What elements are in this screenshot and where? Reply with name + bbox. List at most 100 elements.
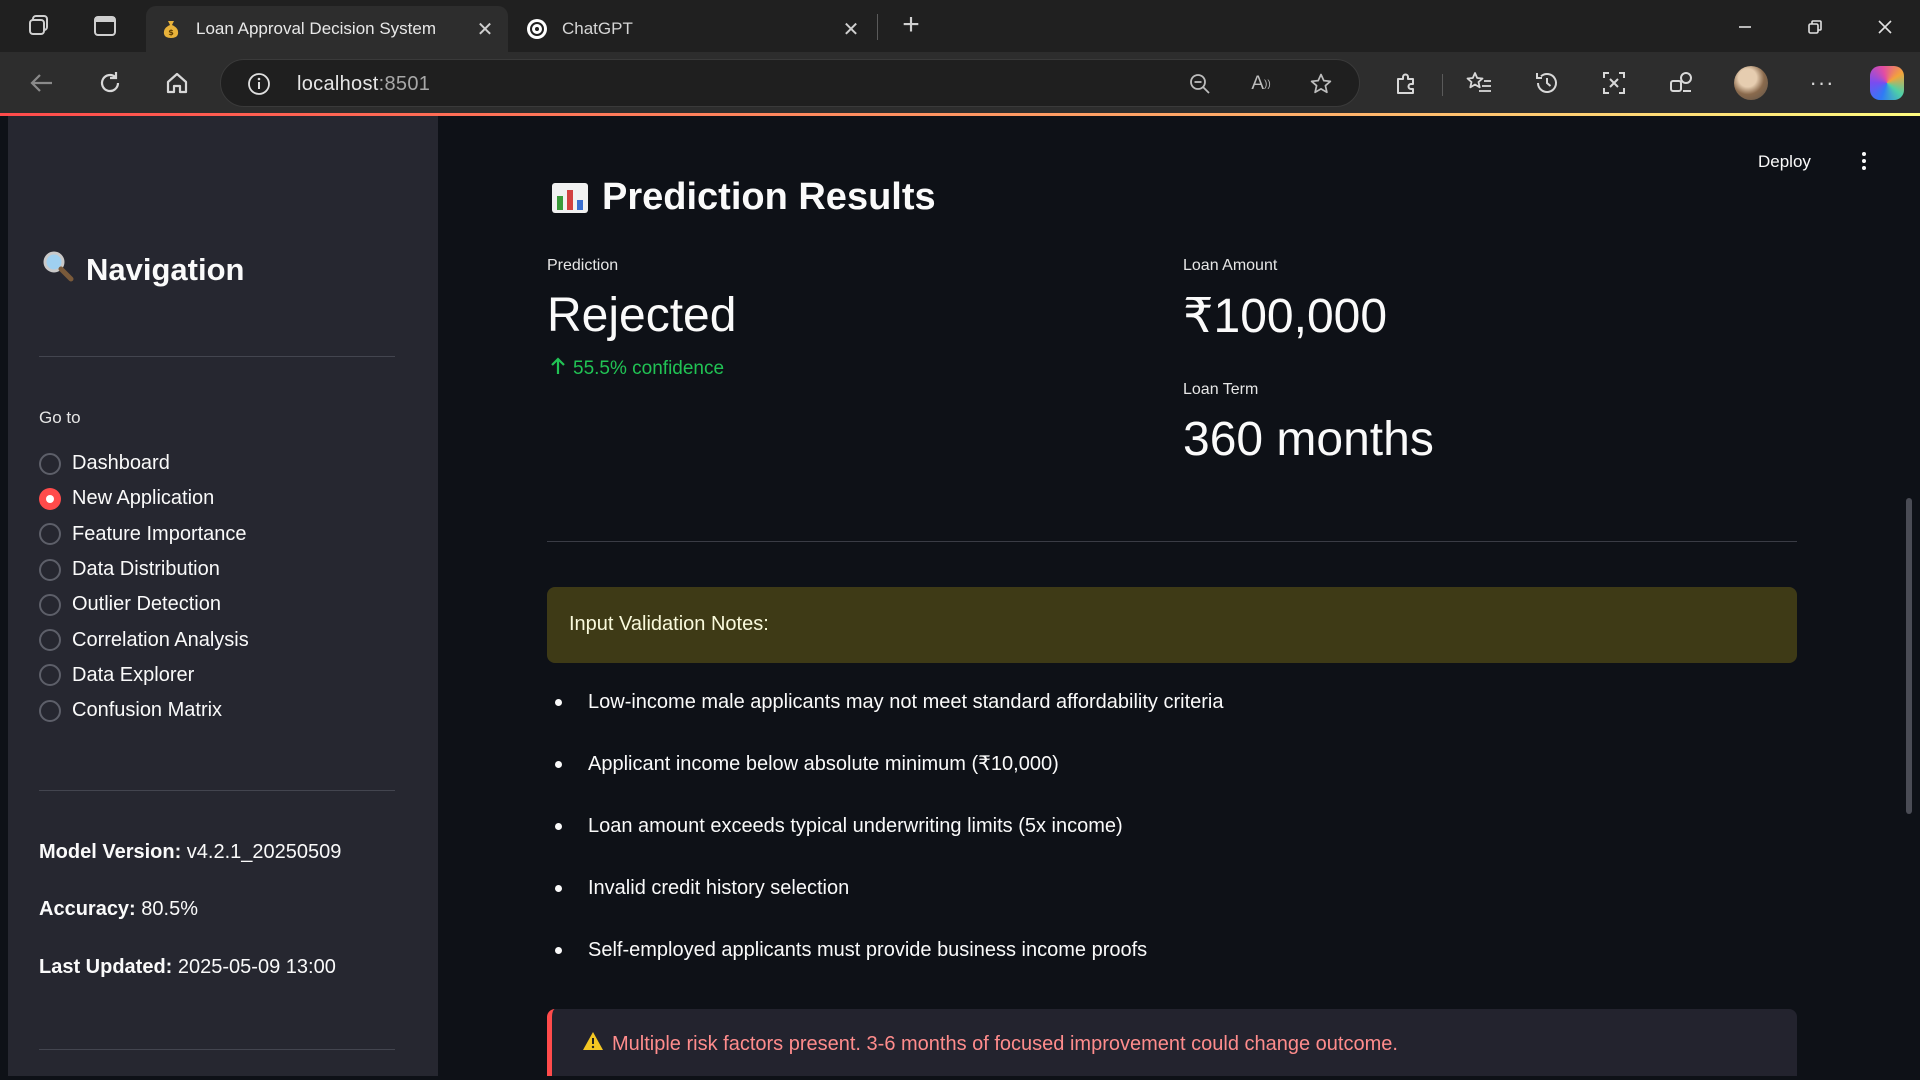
close-tab-icon[interactable]: ✕ (838, 16, 864, 42)
reload-icon[interactable] (94, 67, 126, 99)
main-scrollbar[interactable] (1906, 498, 1912, 814)
nav-option-data-explorer[interactable]: Data Explorer (39, 658, 249, 693)
list-item: Low-income male applicants may not meet … (547, 687, 1224, 749)
validation-notes-banner: Input Validation Notes: (547, 587, 1797, 663)
nav-option-label: Dashboard (72, 452, 170, 475)
home-icon[interactable] (161, 67, 193, 99)
url-text: localhost:8501 (297, 73, 431, 95)
svg-text:$: $ (168, 28, 174, 37)
prediction-value: Rejected (547, 289, 737, 342)
list-item: Loan amount exceeds typical underwriting… (547, 811, 1224, 873)
browser-essentials-icon[interactable] (1665, 67, 1697, 99)
tab-loan-approval[interactable]: $ Loan Approval Decision System ✕ (146, 6, 508, 52)
divider (39, 790, 395, 791)
radio-circle-selected[interactable] (39, 487, 61, 510)
nav-option-confusion-matrix[interactable]: Confusion Matrix (39, 693, 249, 728)
nav-option-dashboard[interactable]: Dashboard (39, 446, 249, 481)
close-tab-icon[interactable]: ✕ (472, 16, 498, 42)
nav-option-label: Data Explorer (72, 663, 195, 686)
nav-option-outlier-detection[interactable]: Outlier Detection (39, 587, 249, 622)
loan-term-value: 360 months (1183, 413, 1434, 466)
validation-heading: Input Validation Notes: (569, 613, 769, 635)
nav-option-new-application[interactable]: New Application (39, 481, 249, 516)
radio-circle[interactable] (39, 664, 61, 687)
nav-option-correlation-analysis[interactable]: Correlation Analysis (39, 622, 249, 657)
validation-notes-list: Low-income male applicants may not meet … (547, 687, 1224, 997)
radio-circle[interactable] (39, 558, 61, 581)
nav-option-label: Outlier Detection (72, 593, 221, 616)
nav-option-label: Correlation Analysis (72, 628, 249, 651)
magnifier-icon (42, 250, 74, 290)
radio-circle[interactable] (39, 593, 61, 616)
favorites-icon[interactable] (1463, 67, 1495, 99)
radio-circle[interactable] (39, 452, 61, 475)
extensions-icon[interactable] (1390, 67, 1422, 99)
list-item: Applicant income below absolute minimum … (547, 749, 1224, 811)
radio-circle[interactable] (39, 629, 61, 652)
site-info-icon[interactable] (247, 72, 271, 96)
address-bar[interactable]: localhost:8501 A)) (220, 59, 1360, 107)
browser-tab-bar: $ Loan Approval Decision System ✕ ChatGP… (0, 0, 1920, 52)
section-title-text: Prediction Results (602, 176, 936, 218)
confidence-delta: 55.5% confidence (549, 356, 724, 382)
divider (39, 1049, 395, 1050)
chatgpt-logo-icon (526, 18, 548, 40)
section-title: Prediction Results (552, 176, 936, 219)
tab-title: ChatGPT (562, 19, 633, 38)
divider (39, 356, 395, 357)
zoom-out-icon[interactable] (1187, 71, 1213, 97)
more-options-icon[interactable]: ··· (1806, 67, 1838, 99)
close-window-button[interactable] (1862, 10, 1908, 44)
model-version: Model Version: v4.2.1_20250509 (39, 841, 342, 863)
workspaces-icon[interactable] (26, 13, 52, 39)
main-content: Deploy Prediction Results Prediction Rej… (438, 116, 1912, 1076)
last-updated: Last Updated: 2025-05-09 13:00 (39, 956, 336, 978)
toolbar-separator (1442, 74, 1443, 96)
loan-amount-label: Loan Amount (1183, 257, 1278, 274)
model-accuracy: Accuracy: 80.5% (39, 898, 198, 920)
back-arrow-icon[interactable] (26, 67, 58, 99)
nav-option-label: Feature Importance (72, 522, 247, 545)
nav-radio-label: Go to (39, 408, 81, 427)
radio-circle[interactable] (39, 523, 61, 546)
risk-alert-text: Multiple risk factors present. 3-6 month… (612, 1032, 1398, 1055)
risk-alert: Multiple risk factors present. 3-6 month… (547, 1009, 1797, 1076)
sidebar-title-text: Navigation (86, 252, 245, 287)
money-bag-icon: $ (160, 18, 182, 40)
list-item: Invalid credit history selection (547, 873, 1224, 935)
history-icon[interactable] (1531, 67, 1563, 99)
nav-option-label: Confusion Matrix (72, 699, 223, 722)
nav-radio-group: Dashboard New Application Feature Import… (39, 446, 249, 728)
nav-option-feature-importance[interactable]: Feature Importance (39, 517, 249, 552)
risk-alert-content: Multiple risk factors present. 3-6 month… (582, 1031, 1398, 1057)
deploy-button[interactable]: Deploy (1758, 152, 1811, 172)
tab-separator (877, 14, 878, 40)
copilot-icon[interactable] (1870, 66, 1904, 100)
browser-toolbar: localhost:8501 A)) ··· (0, 52, 1920, 114)
screenshot-icon[interactable] (1598, 67, 1630, 99)
tab-chatgpt[interactable]: ChatGPT ✕ (512, 6, 874, 52)
nav-option-label: Data Distribution (72, 558, 220, 581)
new-tab-button[interactable]: + (896, 10, 926, 42)
sidebar: Navigation Go to Dashboard New Applicati… (8, 116, 438, 1076)
loan-amount-value: ₹100,000 (1183, 290, 1388, 343)
bar-chart-icon (552, 182, 588, 213)
prediction-label: Prediction (547, 257, 619, 274)
confidence-text: 55.5% confidence (573, 358, 725, 379)
restore-button[interactable] (1792, 10, 1838, 44)
favorite-star-icon[interactable] (1308, 71, 1334, 97)
tab-actions-icon[interactable] (92, 13, 118, 39)
tab-title: Loan Approval Decision System (196, 19, 437, 38)
warning-icon (582, 1031, 604, 1057)
main-menu-icon[interactable] (1854, 149, 1874, 173)
sidebar-title: Navigation (42, 250, 244, 290)
nav-option-label: New Application (72, 487, 215, 510)
nav-option-data-distribution[interactable]: Data Distribution (39, 552, 249, 587)
arrow-up-icon (549, 356, 567, 382)
read-aloud-icon[interactable]: A)) (1248, 71, 1274, 97)
minimize-button[interactable] (1722, 10, 1768, 44)
loan-term-label: Loan Term (1183, 381, 1259, 398)
profile-avatar[interactable] (1734, 66, 1768, 100)
divider (547, 541, 1797, 542)
radio-circle[interactable] (39, 699, 61, 722)
